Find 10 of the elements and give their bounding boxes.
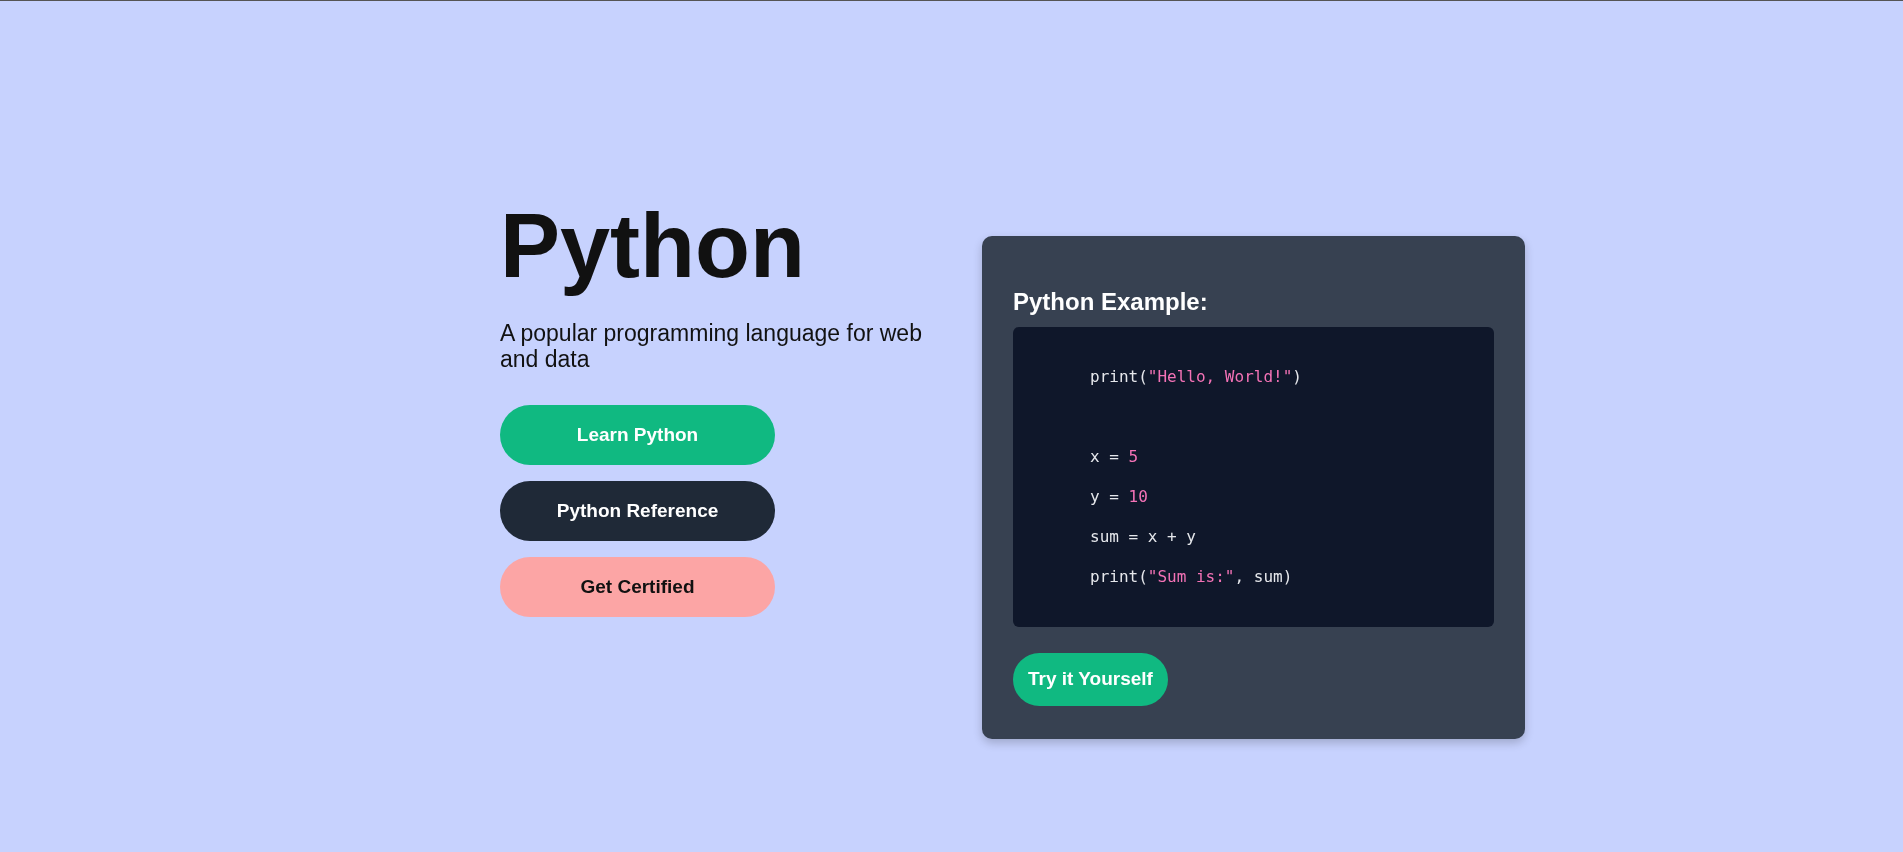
code-line: print("Sum is:", sum) [1090, 565, 1294, 588]
example-heading: Python Example: [1013, 288, 1209, 317]
subtitle: A popular programming language for web and data [500, 320, 923, 373]
certified-button[interactable]: Get Certified [500, 556, 775, 617]
reference-button[interactable]: Python Reference [500, 480, 775, 541]
page-title: Python [500, 195, 805, 298]
code-line: sum = x + y [1090, 525, 1197, 548]
code-line: print("Hello, World!") [1090, 365, 1303, 388]
code-line: x = 5 [1090, 445, 1140, 468]
code-line: y = 10 [1090, 485, 1149, 508]
